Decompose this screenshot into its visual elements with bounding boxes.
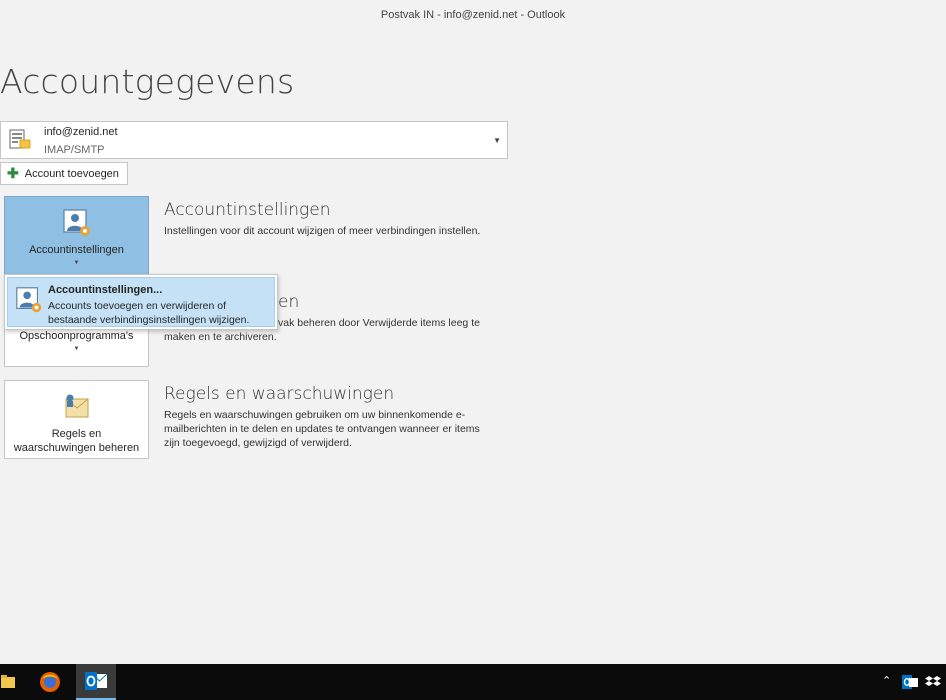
account-settings-icon [62, 209, 90, 236]
dropbox-icon[interactable] [925, 674, 941, 690]
account-settings-title: Accountinstellingen [164, 200, 331, 220]
account-settings-button[interactable]: Accountinstellingen ▼ [4, 196, 149, 276]
rules-desc-line1: Regels en waarschuwingen gebruiken om uw… [164, 409, 466, 421]
firefox-icon [40, 672, 60, 692]
chevron-down-icon: ▼ [73, 346, 80, 352]
cleanup-desc-line1: vak beheren door Verwijderde items leeg … [278, 317, 480, 329]
account-selector[interactable]: info@zenid.net IMAP/SMTP ▼ [0, 121, 508, 159]
taskbar: ⌃ [0, 664, 946, 700]
plus-icon: ✚ [7, 165, 19, 181]
rules-label-line2: waarschuwingen beheren [13, 442, 140, 454]
account-settings-icon [16, 287, 42, 313]
firefox-taskbar-button[interactable] [32, 664, 68, 700]
outlook-taskbar-button[interactable] [76, 664, 116, 700]
account-settings-menu-item[interactable]: Accountinstellingen... Accounts toevoege… [7, 277, 275, 327]
account-settings-icon [9, 129, 31, 149]
cleanup-desc-line2: maken en te archiveren. [164, 331, 277, 343]
cleanup-title-partial: en [278, 292, 300, 312]
folder-icon [1, 675, 15, 688]
rules-alerts-icon [65, 394, 88, 418]
chevron-down-icon[interactable]: ▼ [493, 136, 501, 145]
cleanup-tools-label: Opschoonprogramma's [19, 330, 134, 342]
chevron-down-icon: ▼ [73, 260, 80, 266]
add-account-label: Account toevoegen [24, 167, 119, 180]
menu-item-desc-line2: bestaande verbindingsinstellingen wijzig… [48, 314, 250, 326]
add-account-button[interactable]: ✚ Account toevoegen [0, 162, 128, 185]
rules-desc-line2: mailberichten in te delen en updates te … [164, 423, 480, 435]
account-settings-description: Instellingen voor dit account wijzigen o… [164, 225, 481, 237]
account-type: IMAP/SMTP [44, 144, 105, 156]
rules-label-line1: Regels en [51, 428, 102, 440]
rules-alerts-button[interactable]: Regels en waarschuwingen beheren [4, 380, 149, 459]
window-title: Postvak IN - info@zenid.net - Outlook [380, 9, 566, 21]
outlook-tray-icon[interactable] [902, 674, 918, 690]
account-settings-label: Accountinstellingen [29, 244, 124, 256]
menu-item-title: Accountinstellingen... [48, 284, 163, 296]
menu-item-desc-line1: Accounts toevoegen en verwijderen of [48, 300, 227, 312]
rules-desc-line3: zijn toegevoegd, gewijzigd of verwijderd… [164, 437, 352, 449]
outlook-icon [85, 672, 108, 690]
account-settings-dropdown: Accountinstellingen... Accounts toevoege… [4, 274, 278, 330]
page-title: Accountgegevens [0, 62, 295, 101]
rules-alerts-title: Regels en waarschuwingen [164, 384, 395, 404]
file-explorer-taskbar-button[interactable] [0, 664, 18, 700]
chevron-up-icon[interactable]: ⌃ [882, 674, 891, 687]
account-email: info@zenid.net [44, 126, 118, 138]
